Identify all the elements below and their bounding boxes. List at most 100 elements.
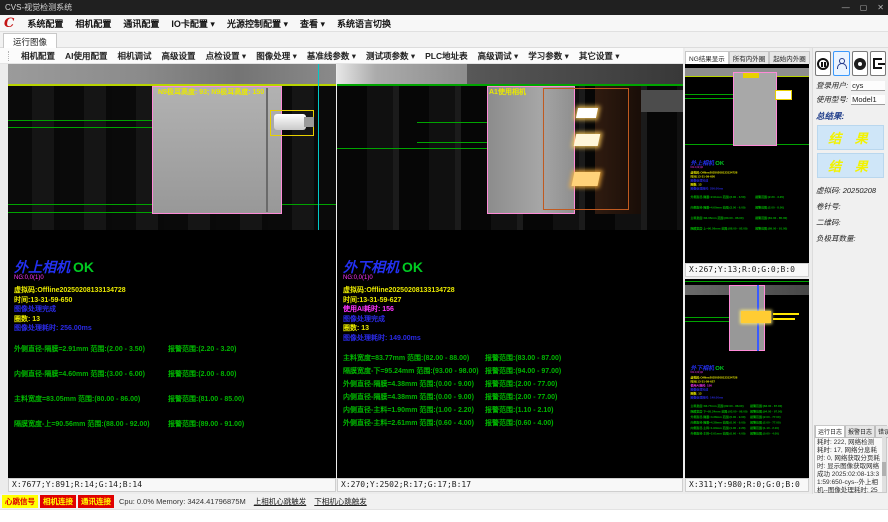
measurement-value: 内侧直径-主料=1.90mm 范围:(1.00 - 2.20) (343, 406, 485, 416)
cpu-memory-text: Cpu: 0.0% Memory: 3424.41796875M (119, 497, 246, 506)
measurement-row: 内侧直径-隔膜=4.60mm 范围:(3.00 - 6.00) 报警范围:(2.… (691, 206, 809, 210)
maximize-icon[interactable]: ▢ (860, 0, 868, 15)
lower-camera-heartbeat-link[interactable]: 下相机心跳触发 (314, 496, 367, 507)
alarm-range: 报警范围:(2.00 - 77.00) (485, 393, 557, 403)
alarm-range: 报警范围:(2.00 - 77.00) (485, 380, 557, 390)
tool-baseline-params[interactable]: 基准线参数 ▾ (302, 50, 361, 62)
login-user-row: 登录用户: cys (813, 78, 888, 92)
alarm-range: 报警范围:(0.60 - 4.00) (485, 419, 553, 429)
measurement-value: 外侧直径-隔膜=4.38mm 范围:(0.00 - 9.00) (343, 380, 485, 390)
model-field[interactable]: Model1 (851, 95, 885, 105)
result-box-lower: 结 果 (817, 153, 884, 178)
tool-advanced-settings[interactable]: 高级设置 (157, 50, 201, 62)
user-login-button[interactable] (833, 51, 849, 76)
title-bar: CVS-视觉检测系统 — ▢ ✕ (0, 0, 888, 15)
exit-button[interactable] (870, 51, 886, 76)
menu-io-card-config[interactable]: IO卡配置 ▾ (165, 17, 221, 30)
mini-view-tabs: NG结果显示 所有内外圈 起始内外圈 (685, 48, 809, 64)
log-scrollbar[interactable] (882, 436, 886, 492)
mini-view-bottom[interactable]: 外下相机OK NG:0,0(1)0 虚拟码:Offline20250208133… (685, 279, 809, 478)
camera-image-lower-outer[interactable]: A1使用相机 (337, 64, 683, 230)
menu-language-switch[interactable]: 系统语言切换 (331, 17, 397, 30)
tool-ai-config[interactable]: AI使用配置 (60, 50, 113, 62)
camera-connection-badge: 相机连接 (40, 495, 76, 508)
app-window: CVS-视觉检测系统 — ▢ ✕ C 系统配置 相机配置 通讯配置 IO卡配置 … (0, 0, 888, 522)
mini-view-top[interactable]: 外上相机OK NG:0,0(1)0 虚拟码:Offline20250208133… (685, 64, 809, 263)
close-icon[interactable]: ✕ (877, 0, 884, 15)
elapsed-line: 图像处理耗时: 256.00ms (14, 324, 336, 334)
window-controls: — ▢ ✕ (842, 0, 884, 15)
measurement-list: 外侧直径-隔膜=2.91mm 范围:(2.00 - 3.50) 报警范围:(2.… (691, 195, 809, 230)
minimize-icon[interactable]: — (842, 0, 850, 15)
measurement-row: 外侧直径-隔膜=4.38mm 范围:(0.00 - 9.00) 报警范围:(2.… (691, 415, 809, 419)
mini-image-top[interactable] (685, 64, 809, 154)
bottom-filler (0, 509, 888, 522)
tool-advanced-debug[interactable]: 高级调试 ▾ (473, 50, 524, 62)
measurement-row: 内侧直径-主料=1.90mm 范围:(1.00 - 2.20) 报警范围:(1.… (343, 406, 673, 416)
alarm-range: 报警范围:(2.00 - 77.00) (750, 421, 780, 425)
machine-slab (641, 90, 683, 112)
cell-region (733, 72, 777, 146)
pin-number-label: 卷针号: (813, 197, 888, 213)
tool-learning-params[interactable]: 学习参数 ▾ (523, 50, 574, 62)
tool-image-processing[interactable]: 图像处理 ▾ (251, 50, 302, 62)
exit-door-icon (873, 58, 882, 69)
camera-view-upper-outer[interactable]: N9极耳高度: 93; N9极耳高度: 150 外上相机OK NG:0,0(1)… (8, 64, 336, 478)
log-tab-alarm[interactable]: 报警日志 (845, 426, 875, 438)
tool-camera-config[interactable]: 相机配置 (16, 50, 60, 62)
glare-spot (741, 311, 771, 323)
user-icon (836, 58, 846, 69)
result-box-upper: 结 果 (817, 125, 884, 150)
camera-name: 外下相机 (343, 259, 399, 275)
menu-comm-config[interactable]: 通讯配置 (117, 17, 165, 30)
camera-image-upper-outer[interactable]: N9极耳高度: 93; N9极耳高度: 150 (8, 64, 336, 230)
mini-image-bottom[interactable] (685, 279, 809, 359)
measurement-value: 内侧直径-隔膜=4.60mm 范围:(3.00 - 6.00) (14, 370, 168, 380)
tool-camera-debug[interactable]: 相机调试 (113, 50, 157, 62)
log-tabs: 运行日志 报警日志 错误日志 (815, 426, 886, 438)
result-ok-badge: OK (402, 259, 423, 275)
menu-view[interactable]: 查看 ▾ (294, 17, 331, 30)
mini-roi-marks (773, 313, 799, 315)
overlay-lower-outer: 外下相机OK NG:0,0(1)0 虚拟码:Offline20250208133… (343, 260, 673, 432)
tool-plc-address[interactable]: PLC地址表 (420, 50, 473, 62)
coords-status-upper-outer: X:7677;Y:891;R:14;G:14;B:14 (8, 478, 336, 492)
measurement-value: 隔膜宽度-下=95.24mm 范围:(93.00 - 98.00) (343, 367, 485, 377)
measurement-value: 外侧直径-隔膜=2.91mm 范围:(2.00 - 3.50) (14, 345, 168, 355)
overlay-lower-outer: 外下相机OK NG:0,0(1)0 虚拟码:Offline20250208133… (691, 365, 809, 437)
menu-light-control-config[interactable]: 光源控制配置 ▾ (221, 17, 294, 30)
log-tab-run[interactable]: 运行日志 (815, 426, 845, 438)
mini-tab-ng-result[interactable]: NG结果显示 (685, 51, 729, 64)
process-done-line: 图像处理完成 (343, 315, 673, 325)
cell-edge-shadow (266, 88, 268, 212)
tool-test-params[interactable]: 测试项参数 ▾ (361, 50, 420, 62)
mini-tab-start-loops[interactable]: 起始内外圈 (769, 51, 810, 64)
alarm-range: 报警范围:(2.00 - 8.00) (755, 206, 784, 210)
app-logo-icon: C (4, 16, 14, 31)
menu-system-config[interactable]: 系统配置 (21, 17, 69, 30)
measurement-row: 外侧直径-隔膜=2.91mm 范围:(2.00 - 3.50) 报警范围:(2.… (14, 345, 336, 355)
pause-button[interactable] (815, 51, 831, 76)
measurement-value: 内侧直径-隔膜=4.60mm 范围:(3.00 - 6.00) (691, 206, 756, 210)
alarm-range: 报警范围:(1.10 - 2.10) (485, 406, 553, 416)
menu-camera-config[interactable]: 相机配置 (69, 17, 117, 30)
measurement-row: 内侧直径-主料=1.90mm 范围:(1.00 - 2.20) 报警范围:(1.… (691, 426, 809, 430)
mini-tab-all-loops[interactable]: 所有内外圈 (729, 51, 770, 64)
time-line: 时间:13-31-59-650 (14, 296, 336, 306)
upper-camera-heartbeat-link[interactable]: 上相机心跳触发 (254, 496, 307, 507)
tool-spot-check[interactable]: 点检设置 ▾ (201, 50, 252, 62)
counter-line: NG:0,0(1)0 (691, 166, 809, 169)
ai-time-line: 使用AI耗时: 156 (343, 305, 673, 315)
camera-view-lower-outer[interactable]: A1使用相机 外下相机OK NG:0,0(1)0 虚拟码:Offline2025… (337, 64, 683, 478)
login-user-field[interactable]: cys (851, 81, 885, 91)
roi-label-lower: A1使用相机 (489, 87, 526, 97)
camera-name: 外下相机 (691, 365, 715, 372)
log-scrollbar-thumb[interactable] (882, 462, 886, 476)
alarm-range: 报警范围:(2.00 - 77.00) (750, 415, 780, 419)
alarm-range: 报警范围:(94.00 - 97.00) (750, 410, 782, 414)
measurement-row: 内侧直径-隔膜=4.38mm 范围:(0.00 - 9.00) 报警范围:(2.… (343, 393, 673, 403)
total-result-label: 总结果: (813, 106, 888, 123)
app-status-bar: 心跳信号 相机连接 通讯连接 Cpu: 0.0% Memory: 3424.41… (0, 494, 888, 509)
camera-button[interactable] (852, 51, 868, 76)
tool-other-settings[interactable]: 其它设置 ▾ (574, 50, 625, 62)
